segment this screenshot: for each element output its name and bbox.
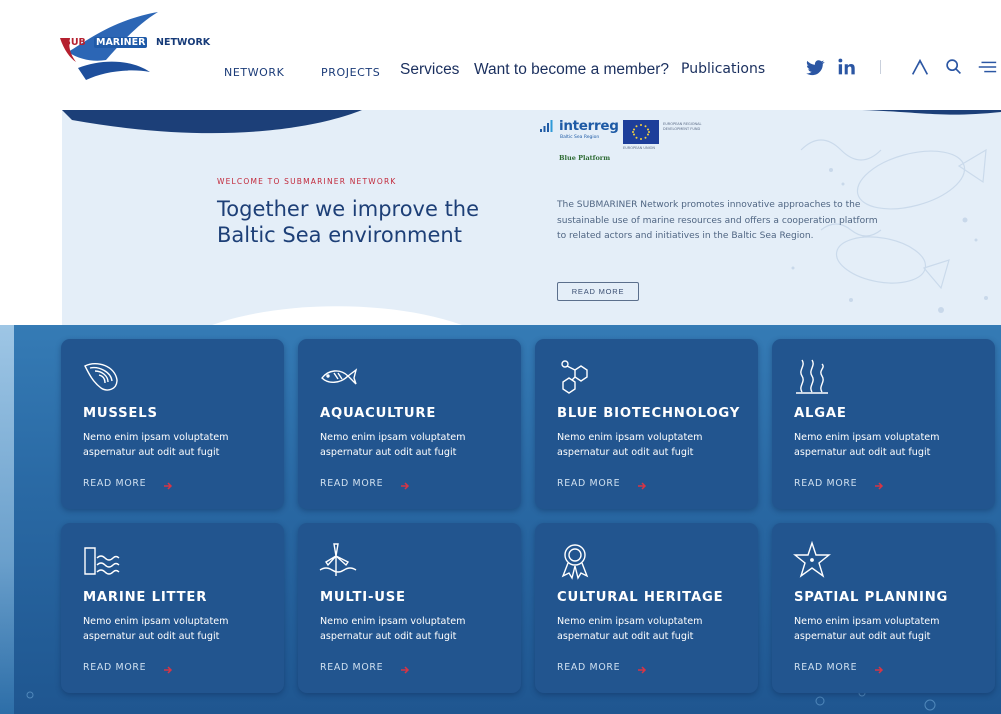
arrow-right-icon bbox=[163, 661, 173, 674]
arrow-right-icon bbox=[400, 661, 410, 674]
heritage-award-icon bbox=[555, 540, 595, 580]
topic-card-spatial-planning[interactable]: SPATIAL PLANNING Nemo enim ipsam volupta… bbox=[772, 523, 995, 693]
hero-eyebrow: WELCOME TO SUBMARINER NETWORK bbox=[217, 177, 397, 186]
nav-become-member[interactable]: Want to become a member? bbox=[474, 61, 669, 79]
card-read-more-link[interactable]: READ MORE bbox=[83, 662, 146, 673]
site-header: SUB MARINER NETWORK NETWORK PROJECTS Ser… bbox=[0, 0, 1001, 110]
card-read-more-link[interactable]: READ MORE bbox=[557, 478, 620, 489]
menu-icon[interactable] bbox=[976, 56, 998, 78]
logo-text-mariner: MARINER bbox=[94, 37, 148, 48]
litter-waves-icon bbox=[81, 540, 121, 580]
nav-network[interactable]: NETWORK bbox=[224, 66, 285, 79]
seaweed-icon bbox=[792, 356, 832, 396]
card-read-more-link[interactable]: READ MORE bbox=[794, 478, 857, 489]
card-read-more-link[interactable]: READ MORE bbox=[320, 478, 383, 489]
card-description: Nemo enim ipsam voluptatem aspernatur au… bbox=[320, 616, 466, 643]
card-title: AQUACULTURE bbox=[320, 406, 437, 421]
card-title: CULTURAL HERITAGE bbox=[557, 590, 724, 605]
topic-card-marine-litter[interactable]: MARINE LITTER Nemo enim ipsam voluptatem… bbox=[61, 523, 284, 693]
topic-card-multi-use[interactable]: MULTI-USE Nemo enim ipsam voluptatem asp… bbox=[298, 523, 521, 693]
card-read-more-link[interactable]: READ MORE bbox=[557, 662, 620, 673]
hero-description: The SUBMARINER Network promotes innovati… bbox=[557, 200, 878, 241]
topic-card-blue-biotechnology[interactable]: BLUE BIOTECHNOLOGY Nemo enim ipsam volup… bbox=[535, 339, 758, 509]
arrow-right-icon bbox=[874, 477, 884, 490]
topic-card-aquaculture[interactable]: AQUACULTURE Nemo enim ipsam voluptatem a… bbox=[298, 339, 521, 509]
card-description: Nemo enim ipsam voluptatem aspernatur au… bbox=[320, 432, 466, 459]
card-title: ALGAE bbox=[794, 406, 847, 421]
card-description: Nemo enim ipsam voluptatem aspernatur au… bbox=[794, 432, 940, 459]
card-read-more-link[interactable]: READ MORE bbox=[320, 662, 383, 673]
topic-card-mussels[interactable]: MUSSELS Nemo enim ipsam voluptatem asper… bbox=[61, 339, 284, 509]
arrow-right-icon bbox=[637, 661, 647, 674]
mussel-icon bbox=[81, 356, 121, 396]
hero-title: Together we improve the Baltic Sea envir… bbox=[217, 197, 480, 247]
linkedin-icon[interactable] bbox=[836, 56, 858, 78]
hero-bottom-wave bbox=[212, 306, 462, 325]
submariner-logo[interactable]: SUB MARINER NETWORK bbox=[58, 10, 218, 82]
header-separator bbox=[880, 60, 881, 74]
card-read-more-link[interactable]: READ MORE bbox=[794, 662, 857, 673]
arrow-right-icon bbox=[400, 477, 410, 490]
card-description: Nemo enim ipsam voluptatem aspernatur au… bbox=[83, 616, 229, 643]
interreg-region: Baltic Sea Region bbox=[560, 135, 600, 140]
nav-publications[interactable]: Publications bbox=[681, 61, 765, 77]
logo-text-sub: SUB bbox=[64, 37, 86, 48]
card-description: Nemo enim ipsam voluptatem aspernatur au… bbox=[557, 432, 703, 459]
molecule-icon bbox=[555, 356, 595, 396]
interreg-signal-icon bbox=[540, 120, 553, 132]
starfish-icon bbox=[792, 540, 832, 580]
twitter-icon[interactable] bbox=[804, 56, 826, 78]
card-title: MUSSELS bbox=[83, 406, 158, 421]
topic-card-cultural-heritage[interactable]: CULTURAL HERITAGE Nemo enim ipsam volupt… bbox=[535, 523, 758, 693]
hero-banner: WELCOME TO SUBMARINER NETWORK Together w… bbox=[62, 110, 1001, 325]
card-read-more-link[interactable]: READ MORE bbox=[83, 478, 146, 489]
nav-projects[interactable]: PROJECTS bbox=[321, 66, 380, 79]
nav-services[interactable]: Services bbox=[400, 61, 459, 79]
eu-union-text: EUROPEAN UNION bbox=[623, 146, 655, 150]
card-title: MULTI-USE bbox=[320, 590, 406, 605]
user-icon[interactable] bbox=[909, 56, 931, 78]
hero-top-wave bbox=[62, 110, 1001, 134]
card-description: Nemo enim ipsam voluptatem aspernatur au… bbox=[83, 432, 229, 459]
arrow-right-icon bbox=[874, 661, 884, 674]
wind-turbine-icon bbox=[318, 540, 358, 580]
hero-read-more-button[interactable]: READ MORE bbox=[557, 282, 639, 301]
card-title: SPATIAL PLANNING bbox=[794, 590, 949, 605]
interreg-wordmark: interreg bbox=[559, 118, 619, 134]
logo-text-network: NETWORK bbox=[156, 37, 211, 48]
card-description: Nemo enim ipsam voluptatem aspernatur au… bbox=[794, 616, 940, 643]
card-title: BLUE BIOTECHNOLOGY bbox=[557, 406, 741, 421]
blue-platform-label: Blue Platform bbox=[559, 154, 611, 162]
fish-icon bbox=[318, 356, 358, 396]
arrow-right-icon bbox=[637, 477, 647, 490]
card-title: MARINE LITTER bbox=[83, 590, 208, 605]
eu-flag-icon bbox=[623, 120, 659, 144]
topic-card-algae[interactable]: ALGAE Nemo enim ipsam voluptatem asperna… bbox=[772, 339, 995, 509]
card-description: Nemo enim ipsam voluptatem aspernatur au… bbox=[557, 616, 703, 643]
search-icon[interactable] bbox=[943, 56, 965, 78]
eu-fund-text: EUROPEAN REGIONAL DEVELOPMENT FUND bbox=[663, 122, 702, 131]
arrow-right-icon bbox=[163, 477, 173, 490]
